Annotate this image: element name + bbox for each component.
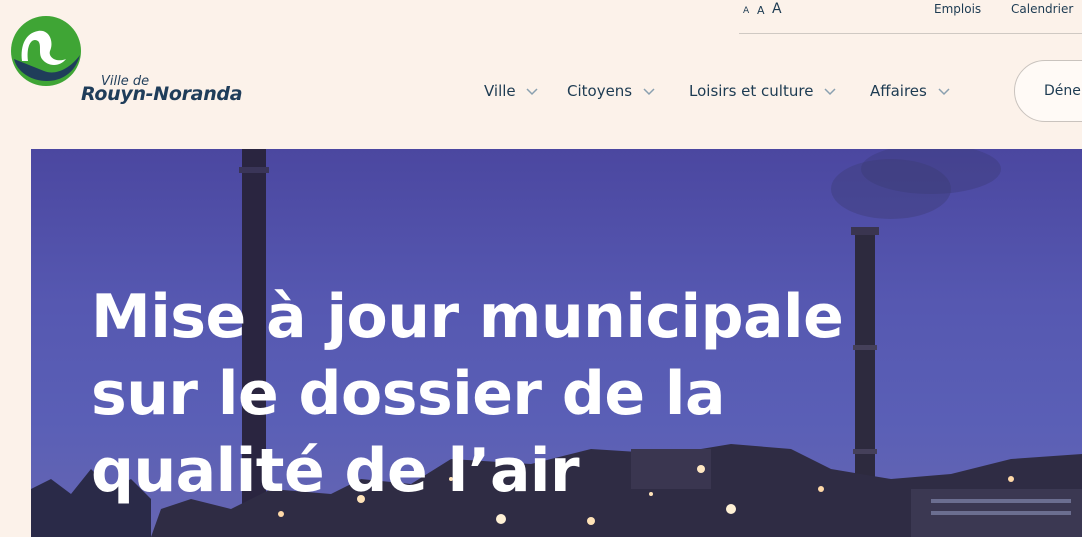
font-size-small-button[interactable]: A bbox=[743, 6, 749, 16]
nav-item-citoyens[interactable]: Citoyens bbox=[567, 82, 655, 100]
utility-bar: A A A Emplois Calendrier bbox=[739, 0, 1082, 34]
hero-banner: Mise à jour municipale sur le dossier de… bbox=[31, 149, 1082, 537]
font-size-large-button[interactable]: A bbox=[772, 1, 782, 17]
chevron-down-icon bbox=[526, 87, 538, 95]
nav-item-loisirs-et-culture[interactable]: Loisirs et culture bbox=[689, 82, 836, 100]
link-emplois[interactable]: Emplois bbox=[934, 2, 981, 16]
logo-mark-icon bbox=[11, 16, 81, 86]
nav-item-label: Affaires bbox=[870, 82, 927, 100]
nav-item-label: Loisirs et culture bbox=[689, 82, 814, 100]
cta-label: Dénei bbox=[1044, 83, 1082, 99]
nav-item-label: Citoyens bbox=[567, 82, 633, 100]
chevron-down-icon bbox=[824, 87, 836, 95]
nav-item-ville[interactable]: Ville bbox=[484, 82, 538, 100]
site-logo[interactable]: Ville de Rouyn-Noranda bbox=[10, 15, 250, 105]
nav-item-label: Ville bbox=[484, 82, 516, 100]
cta-button[interactable]: Dénei bbox=[1014, 60, 1082, 122]
nav-item-affaires[interactable]: Affaires bbox=[870, 82, 950, 100]
chevron-down-icon bbox=[938, 87, 950, 95]
hero-title-line: sur le dossier de la bbox=[91, 359, 725, 429]
chevron-down-icon bbox=[643, 87, 655, 95]
logo-city-name: Rouyn-Noranda bbox=[81, 83, 243, 105]
hero-title-line: Mise à jour municipale bbox=[91, 282, 844, 352]
link-calendrier[interactable]: Calendrier bbox=[1011, 2, 1073, 16]
font-size-medium-button[interactable]: A bbox=[757, 4, 765, 17]
hero-title-line: qualité de l’air bbox=[91, 436, 580, 506]
hero-title: Mise à jour municipale sur le dossier de… bbox=[91, 279, 991, 510]
